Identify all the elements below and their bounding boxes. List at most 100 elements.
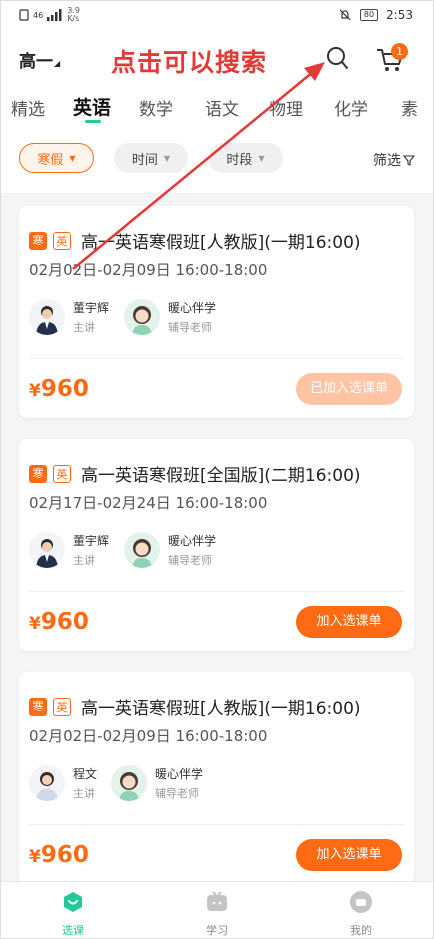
filter-chip-time[interactable]: 时间 ▼ — [114, 143, 188, 173]
status-bar: 46 3.9 K/s 80 2:53 — [1, 1, 433, 31]
status-left: 46 3.9 K/s — [19, 7, 80, 23]
tutor-avatar-icon — [124, 532, 160, 568]
mute-bell-icon — [339, 9, 351, 21]
price: ¥960 — [29, 609, 89, 635]
tutor: 暖心伴学 辅导老师 — [111, 765, 203, 801]
tutor-info: 暖心伴学 辅导老师 — [168, 532, 216, 568]
subject-tag: 英 — [53, 464, 71, 483]
tab-quality[interactable]: 素 — [401, 95, 418, 120]
tab-chinese[interactable]: 语文 — [205, 95, 239, 120]
grade-selector[interactable]: 高一 ◢ — [19, 47, 60, 72]
status-right: 80 2:53 — [338, 8, 413, 22]
tutor-info: 暖心伴学 辅导老师 — [155, 765, 203, 801]
grade-label: 高一 — [19, 52, 53, 72]
course-title: 高一英语寒假班[全国版](二期16:00) — [81, 466, 361, 486]
course-card[interactable]: 寒 英 高一英语寒假班[全国版](二期16:00) 02月17日-02月24日 … — [19, 439, 414, 651]
nav-label: 选课 — [62, 924, 84, 937]
active-tab-indicator — [85, 120, 101, 123]
teacher-name: 董宇辉 — [73, 534, 110, 548]
avatar — [124, 532, 160, 568]
caret-down-icon: ▼ — [163, 153, 171, 163]
season-tag: 寒 — [29, 231, 47, 250]
tutor: 暖心伴学 辅导老师 — [124, 532, 216, 568]
filter-chip-period[interactable]: 时段 ▼ — [208, 143, 283, 173]
nav-course-selection[interactable]: 选课 — [43, 890, 103, 938]
sim-card-icon — [19, 9, 29, 21]
avatar — [111, 765, 147, 801]
course-title: 高一英语寒假班[人教版](一期16:00) — [81, 699, 361, 719]
teacher-name: 程文 — [73, 767, 98, 781]
course-card[interactable]: 寒 英 高一英语寒假班[人教版](一期16:00) 02月02日-02月09日 … — [19, 206, 414, 418]
price: ¥960 — [29, 842, 89, 868]
filter-bar: 寒假 ▼ 时间 ▼ 时段 ▼ 筛选 — [1, 133, 433, 193]
course-title-row: 寒 英 高一英语寒假班[全国版](二期16:00) — [29, 461, 361, 486]
avatar — [124, 299, 160, 335]
nav-profile[interactable]: 我的 — [331, 890, 391, 938]
nav-label: 学习 — [206, 924, 228, 937]
add-to-cart-button[interactable]: 加入选课单 — [296, 606, 402, 638]
tab-english[interactable]: 英语 — [73, 93, 111, 120]
network-speed: 3.9 K/s — [67, 7, 80, 23]
bottom-nav: 选课 学习 我的 — [1, 881, 433, 938]
filter-button-label: 筛选 — [373, 153, 401, 169]
caret-down-icon: ▼ — [69, 153, 76, 163]
caret-down-icon: ◢ — [54, 59, 61, 68]
teacher-name: 董宇辉 — [73, 301, 110, 315]
tutor-name: 暖心伴学 — [155, 767, 204, 781]
course-title-row: 寒 英 高一英语寒假班[人教版](一期16:00) — [29, 228, 361, 253]
course-selection-icon — [64, 892, 82, 912]
funnel-icon — [403, 155, 415, 166]
tutor: 暖心伴学 辅导老师 — [124, 299, 216, 335]
main-teacher: 董宇辉 主讲 — [29, 299, 109, 335]
divider — [29, 591, 404, 592]
teacher-info: 董宇辉 主讲 — [73, 299, 109, 335]
tab-featured[interactable]: 精选 — [11, 95, 45, 120]
avatar — [29, 299, 65, 335]
speed-unit: K/s — [67, 14, 80, 23]
tutor-role: 辅导老师 — [155, 787, 199, 800]
season-tag: 寒 — [29, 697, 47, 716]
course-date: 02月02日-02月09日 16:00-18:00 — [29, 261, 268, 279]
course-date: 02月17日-02月24日 16:00-18:00 — [29, 494, 268, 512]
app-screen: 46 3.9 K/s 80 2:53 高一 ◢ 点击可以搜索 1 精选 英语 数… — [0, 0, 434, 939]
filter-button[interactable]: 筛选 — [373, 150, 415, 170]
tab-math[interactable]: 数学 — [139, 95, 173, 120]
currency-symbol: ¥ — [29, 847, 41, 867]
tab-chemistry[interactable]: 化学 — [334, 95, 368, 120]
battery-indicator: 80 — [359, 9, 379, 21]
annotation-text: 点击可以搜索 — [111, 48, 268, 77]
teachers-row: 董宇辉 主讲 暖心伴学 辅导老师 — [29, 532, 399, 572]
added-to-cart-button[interactable]: 已加入选课单 — [296, 373, 402, 405]
tab-physics[interactable]: 物理 — [269, 95, 303, 120]
filter-chip-winter[interactable]: 寒假 ▼ — [19, 143, 94, 173]
currency-symbol: ¥ — [29, 614, 41, 634]
currency-symbol: ¥ — [29, 381, 41, 401]
nav-study[interactable]: 学习 — [187, 890, 247, 938]
price: ¥960 — [29, 376, 89, 402]
main-teacher: 程文 主讲 — [29, 765, 97, 801]
cart-count-badge: 1 — [391, 43, 408, 60]
avatar — [29, 765, 65, 801]
season-tag: 寒 — [29, 464, 47, 483]
teacher-info: 程文 主讲 — [73, 765, 97, 801]
price-value: 960 — [40, 609, 89, 635]
top-header: 高一 ◢ 点击可以搜索 1 — [1, 31, 433, 89]
filter-chip-label: 寒假 — [37, 152, 64, 168]
course-card[interactable]: 寒 英 高一英语寒假班[人教版](一期16:00) 02月02日-02月09日 … — [19, 672, 414, 884]
clock: 2:53 — [386, 8, 413, 22]
nav-label: 我的 — [350, 924, 372, 937]
tutor-avatar-icon — [111, 765, 147, 801]
subject-tag: 英 — [53, 697, 71, 716]
network-type: 46 — [33, 10, 44, 20]
search-icon[interactable] — [325, 45, 349, 71]
tv-icon — [207, 891, 227, 911]
teacher-role: 主讲 — [73, 554, 95, 567]
tutor-role: 辅导老师 — [168, 321, 212, 334]
course-date: 02月02日-02月09日 16:00-18:00 — [29, 727, 268, 745]
woman-avatar-icon — [29, 765, 65, 801]
add-to-cart-button[interactable]: 加入选课单 — [296, 839, 402, 871]
course-title-row: 寒 英 高一英语寒假班[人教版](一期16:00) — [29, 694, 361, 719]
filter-chip-label: 时段 — [226, 152, 253, 168]
subject-tabs: 精选 英语 数学 语文 物理 化学 素 — [1, 89, 433, 133]
teacher-info: 董宇辉 主讲 — [73, 532, 109, 568]
